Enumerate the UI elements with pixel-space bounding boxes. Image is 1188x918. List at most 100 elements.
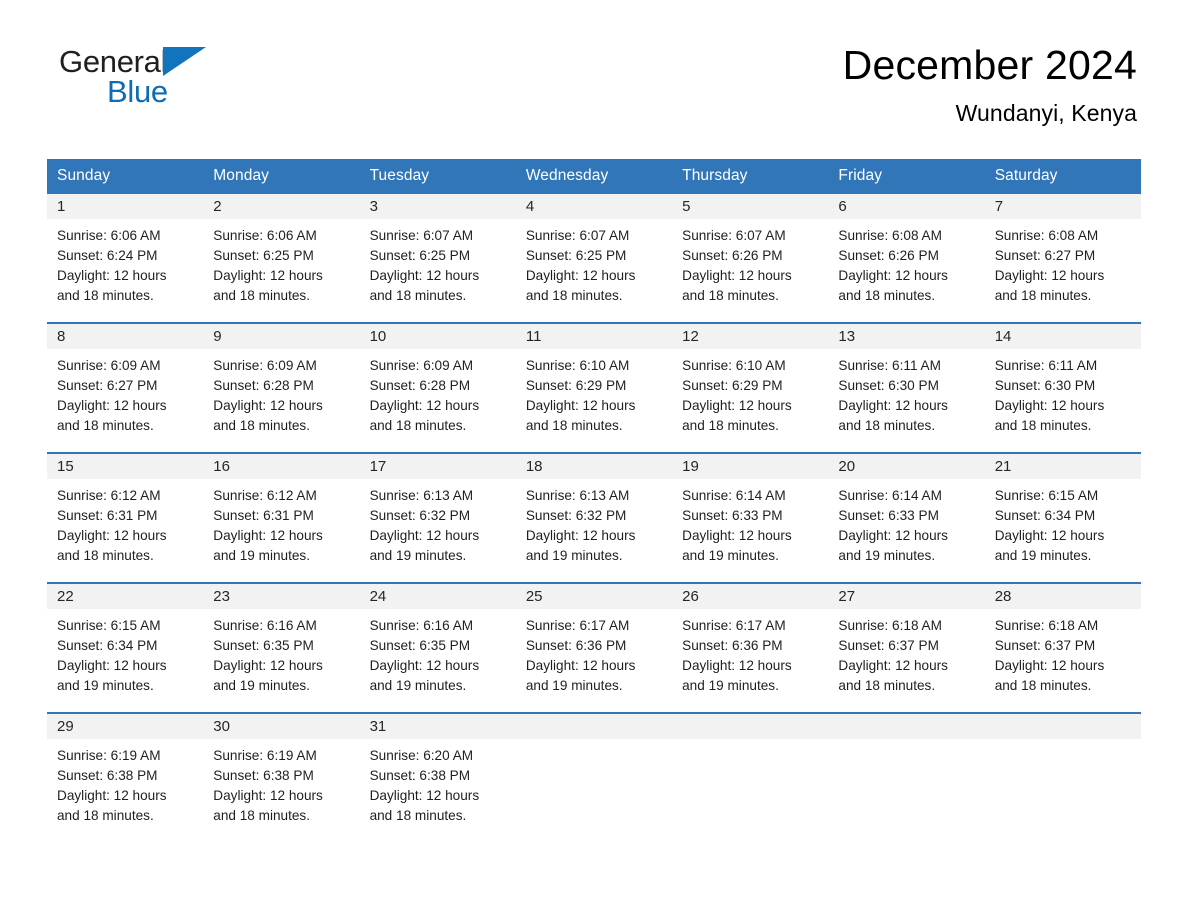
daylight-text-line1: Daylight: 12 hours: [213, 398, 323, 413]
day-details: Sunrise: 6:08 AM Sunset: 6:27 PM Daylight:…: [985, 219, 1141, 306]
calendar-day-cell[interactable]: 9 Sunrise: 6:09 AM Sunset: 6:28 PM Daylight…: [203, 322, 360, 453]
day-number: 14: [984, 324, 1141, 349]
day-details: Sunrise: 6:14 AM Sunset: 6:33 PM Daylight:…: [672, 479, 828, 566]
daylight-text-line1: Daylight: 12 hours: [57, 658, 167, 673]
sunrise-text: Sunrise: 6:19 AM: [213, 748, 317, 763]
day-details: Sunrise: 6:08 AM Sunset: 6:26 PM Daylight:…: [828, 219, 984, 306]
calendar-day-cell[interactable]: 1 Sunrise: 6:06 AM Sunset: 6:24 PM Daylight…: [47, 194, 204, 323]
sunrise-sunset-calendar: Sunday Monday Tuesday Wednesday Thursday…: [47, 159, 1141, 842]
weekday-header-wednesday: Wednesday: [515, 159, 673, 194]
sunset-text: Sunset: 6:32 PM: [369, 508, 471, 523]
sunrise-text: Sunrise: 6:11 AM: [994, 358, 1098, 373]
sunset-text: Sunset: 6:38 PM: [57, 768, 158, 783]
calendar-day-cell[interactable]: 16 Sunrise: 6:12 AM Sunset: 6:31 PM Dayligh…: [203, 452, 360, 583]
calendar-day-cell[interactable]: 5 Sunrise: 6:07 AM Sunset: 6:26 PM Daylight…: [672, 194, 829, 323]
daylight-text-line1: Daylight: 12 hours: [682, 658, 792, 673]
calendar-day-cell[interactable]: 24 Sunrise: 6:16 AM Sunset: 6:35 PM Dayligh…: [359, 582, 516, 713]
calendar-day-cell[interactable]: 25 Sunrise: 6:17 AM Sunset: 6:36 PM Dayligh…: [515, 582, 673, 713]
daylight-text-line1: Daylight: 12 hours: [369, 528, 480, 543]
day-details: Sunrise: 6:19 AM Sunset: 6:38 PM Daylight:…: [47, 739, 203, 826]
page-title: December 2024: [842, 42, 1137, 88]
daylight-text-line1: Daylight: 12 hours: [994, 658, 1105, 673]
daylight-text-line2: and 18 minutes.: [369, 808, 467, 823]
day-number: 7: [984, 194, 1141, 219]
calendar-day-cell[interactable]: 26 Sunrise: 6:17 AM Sunset: 6:36 PM Dayligh…: [672, 582, 829, 713]
day-number: 24: [359, 584, 516, 609]
sunset-text: Sunset: 6:28 PM: [369, 378, 471, 393]
daylight-text-line1: Daylight: 12 hours: [213, 788, 323, 803]
calendar-day-cell[interactable]: 8 Sunrise: 6:09 AM Sunset: 6:27 PM Daylight…: [47, 322, 204, 453]
daylight-text-line1: Daylight: 12 hours: [369, 398, 480, 413]
calendar-day-cell[interactable]: 18 Sunrise: 6:13 AM Sunset: 6:32 PM Dayligh…: [515, 452, 673, 583]
daylight-text-line1: Daylight: 12 hours: [57, 268, 167, 283]
sunrise-text: Sunrise: 6:06 AM: [213, 228, 317, 243]
calendar-day-cell[interactable]: 2 Sunrise: 6:06 AM Sunset: 6:25 PM Daylight…: [203, 194, 360, 323]
day-details: Sunrise: 6:07 AM Sunset: 6:25 PM Daylight:…: [516, 219, 672, 306]
weekday-header-saturday: Saturday: [984, 159, 1141, 194]
day-number: 31: [359, 714, 516, 739]
calendar-day-cell[interactable]: 21 Sunrise: 6:15 AM Sunset: 6:34 PM Dayligh…: [984, 452, 1141, 583]
calendar-day-cell[interactable]: 4 Sunrise: 6:07 AM Sunset: 6:25 PM Daylight…: [515, 194, 673, 323]
calendar-empty-cell: [828, 712, 985, 842]
sunrise-text: Sunrise: 6:10 AM: [682, 358, 786, 373]
calendar-day-cell[interactable]: 20 Sunrise: 6:14 AM Sunset: 6:33 PM Dayligh…: [828, 452, 985, 583]
sunrise-text: Sunrise: 6:13 AM: [369, 488, 474, 503]
day-details: Sunrise: 6:19 AM Sunset: 6:38 PM Daylight:…: [203, 739, 359, 826]
day-details: Sunrise: 6:14 AM Sunset: 6:33 PM Daylight:…: [828, 479, 984, 566]
calendar-day-cell[interactable]: 11 Sunrise: 6:10 AM Sunset: 6:29 PM Dayligh…: [515, 322, 673, 453]
sunset-text: Sunset: 6:34 PM: [57, 638, 158, 653]
day-number: 25: [515, 584, 673, 609]
calendar-day-cell[interactable]: 10 Sunrise: 6:09 AM Sunset: 6:28 PM Dayligh…: [359, 322, 516, 453]
sunset-text: Sunset: 6:37 PM: [838, 638, 939, 653]
sunset-text: Sunset: 6:25 PM: [369, 248, 471, 263]
calendar-day-cell[interactable]: 14 Sunrise: 6:11 AM Sunset: 6:30 PM Dayligh…: [984, 322, 1141, 453]
calendar-day-cell[interactable]: 22 Sunrise: 6:15 AM Sunset: 6:34 PM Dayligh…: [47, 582, 204, 713]
sunset-text: Sunset: 6:38 PM: [369, 768, 471, 783]
calendar-day-cell[interactable]: 17 Sunrise: 6:13 AM Sunset: 6:32 PM Dayligh…: [359, 452, 516, 583]
sunrise-text: Sunrise: 6:12 AM: [57, 488, 161, 503]
calendar-header-row: Sunday Monday Tuesday Wednesday Thursday…: [47, 159, 1141, 194]
weekday-header-tuesday: Tuesday: [359, 159, 516, 194]
calendar-day-cell[interactable]: 29 Sunrise: 6:19 AM Sunset: 6:38 PM Dayligh…: [47, 712, 204, 842]
sunrise-text: Sunrise: 6:17 AM: [682, 618, 786, 633]
calendar-day-cell[interactable]: 31 Sunrise: 6:20 AM Sunset: 6:38 PM Dayligh…: [359, 712, 516, 842]
daylight-text-line2: and 18 minutes.: [994, 288, 1092, 303]
calendar-day-cell[interactable]: 13 Sunrise: 6:11 AM Sunset: 6:30 PM Dayligh…: [828, 322, 985, 453]
daylight-text-line1: Daylight: 12 hours: [369, 268, 480, 283]
calendar-day-cell[interactable]: 7 Sunrise: 6:08 AM Sunset: 6:27 PM Daylight…: [984, 194, 1141, 323]
sunrise-text: Sunrise: 6:07 AM: [369, 228, 474, 243]
weekday-header-thursday: Thursday: [672, 159, 829, 194]
sunrise-text: Sunrise: 6:09 AM: [57, 358, 161, 373]
calendar-day-cell[interactable]: 15 Sunrise: 6:12 AM Sunset: 6:31 PM Dayligh…: [47, 452, 204, 583]
day-number: 19: [672, 454, 829, 479]
daylight-text-line1: Daylight: 12 hours: [838, 268, 948, 283]
title-block: December 2024 Wundanyi, Kenya: [842, 42, 1141, 127]
calendar-day-cell[interactable]: 6 Sunrise: 6:08 AM Sunset: 6:26 PM Daylight…: [828, 194, 985, 323]
calendar-day-cell[interactable]: 27 Sunrise: 6:18 AM Sunset: 6:37 PM Dayligh…: [828, 582, 985, 713]
calendar-day-cell[interactable]: 28 Sunrise: 6:18 AM Sunset: 6:37 PM Dayligh…: [984, 582, 1141, 713]
calendar-day-cell[interactable]: 19 Sunrise: 6:14 AM Sunset: 6:33 PM Dayligh…: [672, 452, 829, 583]
sunrise-text: Sunrise: 6:09 AM: [369, 358, 474, 373]
daylight-text-line1: Daylight: 12 hours: [213, 528, 323, 543]
calendar-day-cell[interactable]: 30 Sunrise: 6:19 AM Sunset: 6:38 PM Dayligh…: [203, 712, 360, 842]
day-details: Sunrise: 6:15 AM Sunset: 6:34 PM Daylight:…: [985, 479, 1141, 566]
sunrise-text: Sunrise: 6:09 AM: [213, 358, 317, 373]
day-number: 13: [828, 324, 985, 349]
daylight-text-line1: Daylight: 12 hours: [57, 788, 167, 803]
daylight-text-line1: Daylight: 12 hours: [213, 268, 323, 283]
day-details: Sunrise: 6:13 AM Sunset: 6:32 PM Daylight:…: [360, 479, 516, 566]
sunset-text: Sunset: 6:30 PM: [994, 378, 1096, 393]
calendar-day-cell[interactable]: 12 Sunrise: 6:10 AM Sunset: 6:29 PM Dayligh…: [672, 322, 829, 453]
calendar-day-cell[interactable]: 3 Sunrise: 6:07 AM Sunset: 6:25 PM Daylight…: [359, 194, 516, 323]
daylight-text-line1: Daylight: 12 hours: [525, 528, 636, 543]
sunset-text: Sunset: 6:25 PM: [525, 248, 627, 263]
day-number: 10: [359, 324, 516, 349]
day-number: 4: [515, 194, 673, 219]
daylight-text-line2: and 18 minutes.: [213, 418, 311, 433]
day-details: Sunrise: 6:13 AM Sunset: 6:32 PM Daylight:…: [516, 479, 672, 566]
daylight-text-line1: Daylight: 12 hours: [682, 398, 792, 413]
sunset-text: Sunset: 6:27 PM: [994, 248, 1096, 263]
calendar-day-cell[interactable]: 23 Sunrise: 6:16 AM Sunset: 6:35 PM Dayligh…: [203, 582, 360, 713]
sunset-text: Sunset: 6:36 PM: [525, 638, 627, 653]
sunset-text: Sunset: 6:26 PM: [838, 248, 939, 263]
